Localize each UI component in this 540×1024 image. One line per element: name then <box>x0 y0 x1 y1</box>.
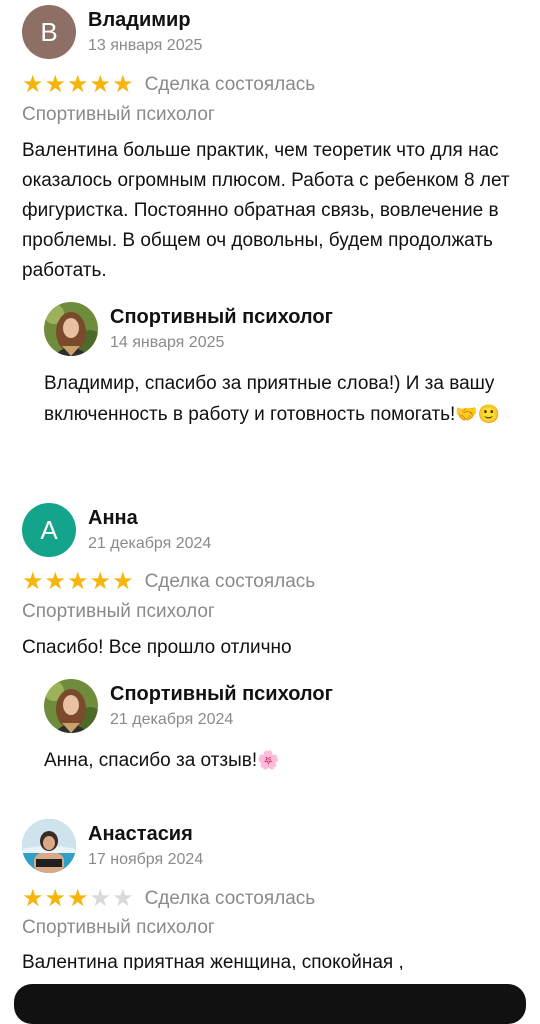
star-empty-icon: ★ <box>112 885 134 912</box>
star-icon: ★ <box>112 71 134 98</box>
star-icon: ★ <box>89 568 112 595</box>
psychologist-photo <box>44 302 98 356</box>
star-icon: ★ <box>89 71 112 98</box>
star-empty-icon: ★ <box>89 885 112 912</box>
reply-text: Владимир, спасибо за приятные слова!) И … <box>44 369 514 430</box>
review-text: Валентина больше практик, чем теоретик ч… <box>22 140 510 281</box>
reply-text-body: Анна, спасибо за отзыв! <box>44 750 258 771</box>
psychologist-photo <box>44 679 98 733</box>
avatar[interactable]: А <box>22 503 76 557</box>
star-icon: ★ <box>67 885 89 912</box>
handshake-smile-emoji: 🤝🙂 <box>455 404 501 424</box>
review-text: Спасибо! Все прошло отлично <box>22 637 292 658</box>
reviewer-name[interactable]: Анастасия <box>88 823 193 846</box>
reply-text-body: Владимир, спасибо за приятные слова!) И … <box>44 373 495 425</box>
avatar-letter: В <box>40 16 58 47</box>
service-name: Спортивный психолог <box>22 917 215 938</box>
reply-date: 21 декабря 2024 <box>110 711 234 728</box>
reviewer-name[interactable]: Владимир <box>88 9 191 32</box>
star-icon: ★ <box>22 568 44 595</box>
bottom-action-bar[interactable] <box>14 984 526 1024</box>
avatar[interactable] <box>22 819 76 873</box>
reply-avatar[interactable] <box>44 679 98 733</box>
star-icon: ★ <box>44 568 67 595</box>
review-date: 17 ноября 2024 <box>88 851 204 868</box>
review-date: 21 декабря 2024 <box>88 535 212 552</box>
review-date: 13 января 2025 <box>88 37 203 54</box>
reply-author[interactable]: Спортивный психолог <box>110 306 333 329</box>
star-icon: ★ <box>22 71 44 98</box>
reply-text: Анна, спасибо за отзыв!🌸 <box>44 745 514 776</box>
star-icon: ★ <box>44 71 67 98</box>
star-icon: ★ <box>112 568 134 595</box>
rating: ★ ★ ★ ★ ★ Сделка состоялась <box>22 72 315 98</box>
star-icon: ★ <box>44 885 67 912</box>
rating: ★ ★ ★ ★ ★ Сделка состоялась <box>22 569 315 595</box>
star-icon: ★ <box>67 568 89 595</box>
star-icon: ★ <box>67 71 89 98</box>
deal-status: Сделка состоялась <box>144 571 316 592</box>
service-name: Спортивный психолог <box>22 601 215 622</box>
reply-author[interactable]: Спортивный психолог <box>110 683 333 706</box>
reply-date: 14 января 2025 <box>110 334 225 351</box>
flower-emoji: 🌸 <box>257 750 280 770</box>
service-name: Спортивный психолог <box>22 104 215 125</box>
reviewer-name[interactable]: Анна <box>88 507 138 530</box>
deal-status: Сделка состоялась <box>144 888 316 909</box>
reply-avatar[interactable] <box>44 302 98 356</box>
deal-status: Сделка состоялась <box>144 74 316 95</box>
user-photo <box>22 819 76 873</box>
star-icon: ★ <box>22 885 44 912</box>
rating: ★ ★ ★ ★ ★ Сделка состоялась <box>22 886 315 912</box>
avatar-letter: А <box>40 514 58 545</box>
review-text: Валентина приятная женщина, спокойная , <box>22 952 404 970</box>
avatar[interactable]: В <box>22 5 76 59</box>
